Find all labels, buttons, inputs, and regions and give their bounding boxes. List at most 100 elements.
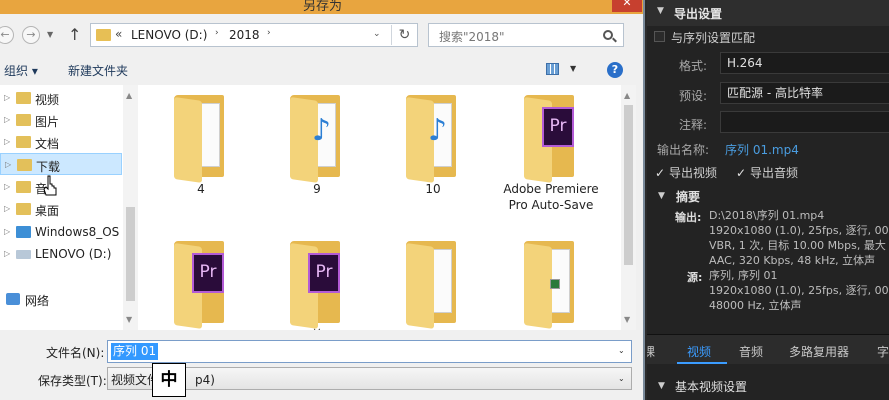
recent-locations-dropdown[interactable]: ▼	[47, 30, 53, 39]
nav-item-windows-drive[interactable]: ▷ Windows8_OS (	[0, 221, 128, 243]
organize-menu[interactable]: 组织 ▾	[4, 62, 38, 79]
chevron-down-icon[interactable]: ⌄	[618, 346, 625, 355]
scroll-down-icon[interactable]: ▼	[126, 315, 132, 324]
expand-arrow-icon[interactable]: ▷	[4, 249, 10, 258]
folder-icon	[406, 241, 460, 329]
expand-arrow-icon[interactable]: ▷	[4, 137, 10, 146]
folder-item[interactable]: Pr PR	[146, 233, 256, 330]
folder-item[interactable]: Pr Adobe Premiere Pro Auto-Save	[496, 87, 606, 227]
tab-audio[interactable]: 音频	[739, 343, 763, 360]
chevron-right-icon[interactable]: ›	[267, 28, 271, 38]
music-folder-icon: ♪	[406, 95, 460, 183]
basic-video-settings-title: 基本视频设置	[675, 380, 748, 394]
breadcrumb-overflow[interactable]: «	[115, 27, 122, 41]
drive-icon	[16, 226, 31, 238]
folder-item[interactable]: ♪ 10	[378, 87, 488, 227]
save-as-dialog: 另存为 ✕ ← → ▼ ↑ « LENOVO (D:) › 2018 › ⌄ ↻…	[0, 0, 645, 400]
file-name-value[interactable]: 序列 01	[111, 343, 159, 360]
ime-indicator[interactable]: 中	[152, 363, 186, 397]
forward-button[interactable]: →	[22, 26, 40, 44]
match-sequence-label: 与序列设置匹配	[671, 31, 756, 45]
folder-item[interactable]	[496, 233, 606, 330]
scrollbar-thumb[interactable]	[624, 105, 633, 265]
nav-item-desktop[interactable]: ▷ 桌面	[0, 198, 122, 220]
settings-tabs: 课 视频 音频 多路复用器 字	[647, 334, 889, 364]
pictures-folder-icon	[16, 114, 31, 126]
collapse-arrow-icon[interactable]: ▼	[658, 191, 665, 201]
tab-effects[interactable]: 课	[647, 343, 655, 360]
drive-icon	[16, 250, 31, 259]
preset-select[interactable]: 匹配源 - 高比特率	[720, 82, 889, 104]
nav-item-lenovo-drive[interactable]: ▷ LENOVO (D:)	[0, 243, 122, 265]
folder-label: 剪	[262, 327, 372, 330]
back-button[interactable]: ←	[0, 26, 14, 44]
tab-multiplexer[interactable]: 多路复用器	[789, 343, 849, 360]
summary-source-line: 48000 Hz, 立体声	[709, 299, 802, 312]
search-box[interactable]: 搜索"2018"	[428, 23, 624, 47]
comment-field[interactable]	[720, 111, 889, 133]
export-audio-checkbox[interactable]: ✓	[736, 166, 746, 180]
downloads-folder-icon	[17, 159, 32, 171]
dialog-titlebar: 另存为 ✕	[0, 0, 643, 14]
collapse-arrow-icon[interactable]: ▼	[658, 381, 665, 391]
folder-label: Adobe Premiere Pro Auto-Save	[503, 182, 599, 212]
nav-item-label: LENOVO (D:)	[35, 247, 112, 261]
new-folder-button[interactable]: 新建文件夹	[68, 62, 128, 79]
view-dropdown-icon[interactable]: ▼	[570, 64, 576, 73]
documents-folder-icon	[16, 136, 31, 148]
output-name-label: 输出名称:	[657, 143, 710, 157]
scroll-up-icon[interactable]: ▲	[624, 91, 630, 100]
up-button[interactable]: ↑	[68, 25, 81, 44]
scrollbar-thumb[interactable]	[126, 207, 135, 301]
nav-item-label: 桌面	[35, 204, 60, 218]
expand-arrow-icon[interactable]: ▷	[4, 93, 10, 102]
navigation-bar: ← → ▼ ↑ « LENOVO (D:) › 2018 › ⌄ ↻ 搜索"20…	[0, 18, 643, 52]
scroll-down-icon[interactable]: ▼	[624, 315, 630, 324]
folder-item[interactable]: Pr 剪	[262, 233, 372, 330]
file-list-scrollbar[interactable]: ▲ ▼	[621, 85, 636, 330]
nav-pane-scrollbar[interactable]: ▲ ▼	[123, 85, 138, 330]
address-dropdown-icon[interactable]: ⌄	[373, 29, 381, 39]
nav-item-label: 文档	[35, 137, 60, 151]
expand-arrow-icon[interactable]: ▷	[4, 227, 10, 236]
expand-arrow-icon[interactable]: ▷	[4, 204, 10, 213]
folder-item[interactable]	[378, 233, 488, 330]
nav-item-pictures[interactable]: ▷ 图片	[0, 109, 122, 131]
summary-output-line: 1920x1080 (1.0), 25fps, 逐行, 00	[709, 224, 889, 237]
expand-arrow-icon[interactable]: ▷	[5, 160, 11, 169]
help-icon[interactable]: ?	[607, 62, 623, 78]
nav-item-label: 网络	[25, 294, 50, 308]
export-audio-label: 导出音频	[750, 166, 799, 180]
output-name-link[interactable]: 序列 01.mp4	[725, 141, 799, 158]
folder-item[interactable]: ♪ 9	[262, 87, 372, 227]
search-icon[interactable]	[603, 30, 613, 40]
file-name-field[interactable]: 序列 01 ⌄	[107, 340, 632, 363]
format-select[interactable]: H.264	[720, 52, 889, 74]
folder-icon	[524, 241, 578, 329]
nav-item-music[interactable]: ▷ 音	[0, 176, 122, 198]
nav-item-label: Windows8_OS (	[35, 225, 128, 239]
nav-item-downloads[interactable]: ▷ 下载	[0, 153, 122, 175]
address-bar[interactable]: « LENOVO (D:) › 2018 › ⌄ ↻	[90, 23, 418, 47]
match-sequence-checkbox[interactable]	[654, 31, 665, 42]
folder-label: 4	[197, 182, 205, 196]
tab-captions[interactable]: 字	[877, 343, 889, 360]
nav-item-network[interactable]: 网络	[0, 288, 122, 310]
close-button[interactable]: ✕	[612, 0, 642, 12]
tab-video[interactable]: 视频	[687, 343, 711, 360]
nav-item-documents[interactable]: ▷ 文档	[0, 131, 122, 153]
export-video-checkbox[interactable]: ✓	[655, 166, 665, 180]
breadcrumb-drive[interactable]: LENOVO (D:)	[131, 28, 207, 42]
breadcrumb-folder[interactable]: 2018	[229, 28, 260, 42]
collapse-arrow-icon[interactable]: ▼	[657, 6, 664, 16]
refresh-button[interactable]: ↻	[391, 25, 417, 45]
chevron-down-icon[interactable]: ⌄	[618, 374, 625, 383]
folder-item[interactable]: 4	[146, 87, 256, 227]
expand-arrow-icon[interactable]: ▷	[4, 182, 10, 191]
expand-arrow-icon[interactable]: ▷	[4, 115, 10, 124]
desktop-folder-icon	[16, 203, 31, 215]
nav-item-videos[interactable]: ▷ 视频	[0, 87, 122, 109]
view-options-icon[interactable]	[546, 63, 559, 75]
scroll-up-icon[interactable]: ▲	[126, 91, 132, 100]
chevron-right-icon[interactable]: ›	[215, 28, 219, 38]
